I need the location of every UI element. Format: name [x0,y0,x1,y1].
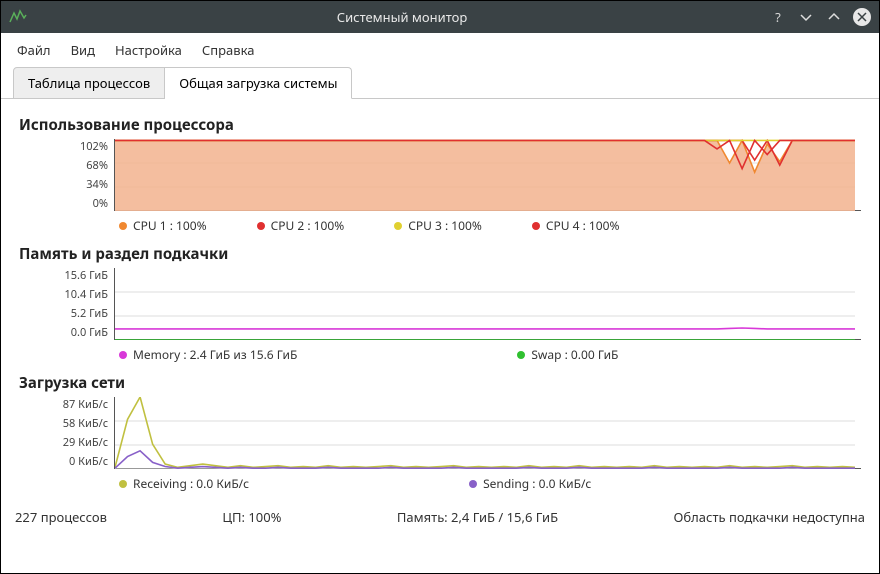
net-y-axis: 87 КиБ/c 58 КиБ/c 29 КиБ/c 0 КиБ/c [19,397,114,469]
mem-tick: 10.4 ГиБ [64,287,108,302]
legend-memory: Memory : 2.4 ГиБ из 15.6 ГиБ [119,346,297,363]
menu-help[interactable]: Справка [202,41,255,59]
tab-system-load[interactable]: Общая загрузка системы [165,67,352,99]
dot-icon [517,351,525,359]
net-tick: 0 КиБ/c [69,454,108,469]
app-icon [9,8,27,26]
content-area: Использование процессора 102% 68% 34% 0%… [1,99,879,500]
dot-icon [119,351,127,359]
status-processes: 227 процессов [15,508,107,526]
dot-icon [119,480,127,488]
legend-label: CPU 4 : 100% [546,217,620,234]
mem-tick: 0.0 ГиБ [71,325,108,340]
status-memory: Память: 2,4 ГиБ / 15,6 ГиБ [397,508,558,526]
tab-process-table[interactable]: Таблица процессов [13,67,165,99]
statusbar: 227 процессов ЦП: 100% Память: 2,4 ГиБ /… [1,500,879,536]
net-tick: 29 КиБ/c [63,435,108,450]
cpu-chart: 102% 68% 34% 0% [19,139,861,211]
net-section-title: Загрузка сети [19,373,861,393]
tabs: Таблица процессов Общая загрузка системы [1,67,879,99]
cpu-section-title: Использование процессора [19,115,861,135]
legend-label: CPU 3 : 100% [408,217,482,234]
cpu-tick: 34% [86,177,108,192]
menu-view[interactable]: Вид [71,41,95,59]
legend-label: Receiving : 0.0 КиБ/с [133,475,249,492]
window-controls: ? [769,8,871,26]
cpu-tick: 102% [80,139,108,154]
dot-icon [119,222,127,230]
cpu-tick: 68% [86,158,108,173]
net-chart: 87 КиБ/c 58 КиБ/c 29 КиБ/c 0 КиБ/c [19,397,861,469]
dot-icon [469,480,477,488]
mem-chart: 15.6 ГиБ 10.4 ГиБ 5.2 ГиБ 0.0 ГиБ [19,268,861,340]
cpu-tick: 0% [93,196,108,211]
legend-cpu2: CPU 2 : 100% [257,217,345,234]
legend-cpu3: CPU 3 : 100% [394,217,482,234]
maximize-button[interactable] [825,8,843,26]
menu-settings[interactable]: Настройка [115,41,182,59]
window-title: Системный монитор [35,8,769,26]
cpu-chart-area [114,139,861,211]
mem-y-axis: 15.6 ГиБ 10.4 ГиБ 5.2 ГиБ 0.0 ГиБ [19,268,114,340]
mem-tick: 15.6 ГиБ [64,268,108,283]
net-tick: 87 КиБ/c [63,397,108,412]
cpu-legend: CPU 1 : 100% CPU 2 : 100% CPU 3 : 100% C… [19,211,861,238]
status-swap: Область подкачки недоступна [674,508,865,526]
close-button[interactable] [853,8,871,26]
mem-tick: 5.2 ГиБ [71,306,108,321]
help-button[interactable]: ? [769,8,787,26]
legend-label: CPU 2 : 100% [271,217,345,234]
net-chart-area [114,397,861,469]
cpu-y-axis: 102% 68% 34% 0% [19,139,114,211]
dot-icon [394,222,402,230]
status-cpu: ЦП: 100% [222,508,281,526]
legend-cpu1: CPU 1 : 100% [119,217,207,234]
legend-label: CPU 1 : 100% [133,217,207,234]
legend-swap: Swap : 0.00 ГиБ [517,346,618,363]
menubar: Файл Вид Настройка Справка [1,33,879,67]
menu-file[interactable]: Файл [17,41,51,59]
legend-cpu4: CPU 4 : 100% [532,217,620,234]
titlebar: Системный монитор ? [1,1,879,33]
legend-sending: Sending : 0.0 КиБ/с [469,475,591,492]
legend-label: Swap : 0.00 ГиБ [531,346,618,363]
legend-receiving: Receiving : 0.0 КиБ/с [119,475,249,492]
minimize-button[interactable] [797,8,815,26]
net-tick: 58 КиБ/c [63,416,108,431]
dot-icon [532,222,540,230]
legend-label: Memory : 2.4 ГиБ из 15.6 ГиБ [133,346,297,363]
net-legend: Receiving : 0.0 КиБ/с Sending : 0.0 КиБ/… [19,469,861,496]
legend-label: Sending : 0.0 КиБ/с [483,475,591,492]
mem-legend: Memory : 2.4 ГиБ из 15.6 ГиБ Swap : 0.00… [19,340,861,367]
dot-icon [257,222,265,230]
mem-section-title: Память и раздел подкачки [19,244,861,264]
mem-chart-area [114,268,861,340]
